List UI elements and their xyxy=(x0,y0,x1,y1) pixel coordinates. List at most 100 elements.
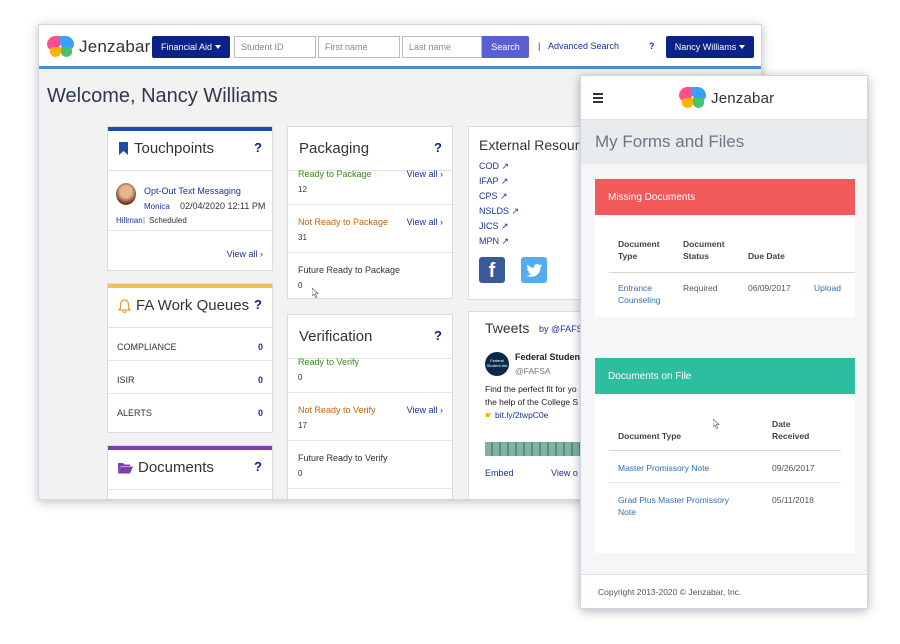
queue-row-alerts[interactable]: ALERTS 0 xyxy=(108,394,272,427)
documents-title: Documents xyxy=(138,459,214,476)
tweet-account-name[interactable]: Federal Student xyxy=(515,352,583,362)
work-queues-title: FA Work Queues xyxy=(136,297,250,314)
col-date-received: Date Received xyxy=(772,419,810,441)
student-id-input[interactable]: Student ID xyxy=(234,36,316,58)
col-due-date: Due Date xyxy=(748,251,785,261)
package-view-all-link[interactable]: View all › xyxy=(407,169,443,179)
tweets-by-link[interactable]: by @FAFS xyxy=(539,324,583,334)
mobile-window: Jenzabar My Forms and Files Missing Docu… xyxy=(580,75,868,609)
queue-row-isir[interactable]: ISIR 0 xyxy=(108,361,272,394)
table-divider xyxy=(609,272,855,273)
tweet-link[interactable]: bit.ly/2twpC0e xyxy=(495,410,548,420)
touchpoint-person-link[interactable]: Monica xyxy=(144,202,170,211)
butterfly-logo-icon xyxy=(679,87,707,109)
documents-on-file-card: Documents on File Document Type Date Rec… xyxy=(595,358,855,553)
last-name-input[interactable]: Last name xyxy=(402,36,482,58)
financial-aid-dropdown[interactable]: Financial Aid xyxy=(152,36,230,58)
package-row-ready[interactable]: Ready to Package View all › 12 xyxy=(288,157,452,205)
verification-title: Verification xyxy=(299,328,373,345)
missing-documents-card: Missing Documents Document Type Document… xyxy=(595,179,855,317)
packaging-card: Packaging ? Ready to Package View all › … xyxy=(287,126,453,299)
missing-doc-type-link[interactable]: Entrance Counseling xyxy=(618,282,678,306)
on-file-received: 05/11/2018 xyxy=(772,495,814,505)
tweet-link-line: ☛ bit.ly/2twpC0e xyxy=(485,410,548,421)
cps-link[interactable]: CPS ↗ xyxy=(479,189,519,204)
packaging-help-icon[interactable]: ? xyxy=(434,140,442,155)
documents-header: Documents xyxy=(108,446,272,490)
table-divider xyxy=(609,450,841,451)
work-queues-help-icon[interactable]: ? xyxy=(254,297,262,312)
verify-row-count: 0 xyxy=(298,373,303,382)
external-link-icon: ↗ xyxy=(501,161,510,171)
touchpoint-datetime: 02/04/2020 12:11 PM xyxy=(180,201,266,211)
on-file-doc-link[interactable]: Grad Plus Master Promissory Note xyxy=(618,494,748,518)
nav-separator: | xyxy=(538,41,541,51)
folder-open-icon xyxy=(118,462,133,473)
col-document-type: Document Type xyxy=(618,431,682,441)
nslds-link[interactable]: NSLDS ↗ xyxy=(479,204,519,219)
hamburger-menu-icon[interactable] xyxy=(593,93,603,105)
verify-row-count: 17 xyxy=(298,421,307,430)
user-name-label: Nancy Williams xyxy=(674,42,737,52)
facebook-icon[interactable]: f xyxy=(479,257,505,283)
embed-link[interactable]: Embed xyxy=(485,468,514,478)
external-link-icon: ↗ xyxy=(500,176,509,186)
package-row-label: Not Ready to Package xyxy=(298,217,389,227)
mpn-link[interactable]: MPN ↗ xyxy=(479,234,519,249)
external-link-icon: ↗ xyxy=(501,221,509,231)
verify-row-ready[interactable]: Ready to Verify 0 xyxy=(288,345,452,393)
queue-count: 0 xyxy=(257,342,263,352)
upload-link[interactable]: Upload xyxy=(814,282,841,294)
verify-view-all-link[interactable]: View all › xyxy=(407,405,443,415)
package-row-not-ready[interactable]: Not Ready to Package View all › 31 xyxy=(288,205,452,253)
work-queues-header: FA Work Queues xyxy=(108,284,272,328)
advanced-search-link[interactable]: Advanced Search xyxy=(548,41,619,51)
tweet-account-handle[interactable]: @FAFSA xyxy=(515,366,551,376)
search-button[interactable]: Search xyxy=(482,36,529,58)
jics-link[interactable]: JICS ↗ xyxy=(479,219,519,234)
chevron-down-icon xyxy=(215,45,222,49)
verify-row-future[interactable]: Future Ready to Verify 0 xyxy=(288,441,452,489)
help-icon[interactable]: ? xyxy=(649,41,655,51)
mobile-jenzabar-logo[interactable]: Jenzabar xyxy=(679,87,774,109)
first-name-input[interactable]: First name xyxy=(318,36,400,58)
twitter-icon[interactable] xyxy=(521,257,547,283)
tweet-text-line-2: the help of the College S xyxy=(485,397,579,407)
documents-help-icon[interactable]: ? xyxy=(254,459,262,474)
queue-label: ISIR xyxy=(117,375,135,385)
brand-name: Jenzabar xyxy=(79,37,151,56)
user-menu-button[interactable]: Nancy Williams xyxy=(666,36,754,58)
touchpoint-title-link[interactable]: Opt-Out Text Messaging xyxy=(144,186,241,196)
touchpoints-header: Touchpoints xyxy=(108,127,272,171)
verify-row-not-ready[interactable]: Not Ready to Verify View all › 17 xyxy=(288,393,452,441)
jenzabar-logo[interactable]: Jenzabar xyxy=(47,36,151,58)
touchpoint-separator: | xyxy=(143,216,146,225)
missing-doc-due: 06/09/2017 xyxy=(748,283,791,293)
chevron-down-icon xyxy=(739,45,746,49)
external-resources-title: External Resour xyxy=(479,137,580,153)
view-on-twitter-link[interactable]: View o xyxy=(551,468,578,478)
verify-row-count: 0 xyxy=(298,469,303,478)
touchpoints-view-all-link[interactable]: View all › xyxy=(227,249,263,259)
col-document-type: Document Type xyxy=(618,239,660,261)
on-file-doc-link[interactable]: Master Promissory Note xyxy=(618,462,709,474)
touchpoints-card: Touchpoints ? Opt-Out Text Messaging Mon… xyxy=(107,126,273,271)
ifap-link[interactable]: IFAP ↗ xyxy=(479,174,519,189)
mouse-cursor-icon xyxy=(713,419,720,429)
package-view-all-link[interactable]: View all › xyxy=(407,217,443,227)
external-link-icon: ↗ xyxy=(501,236,510,246)
external-link-icon: ↗ xyxy=(500,191,508,201)
bookmark-icon xyxy=(119,142,128,155)
twitter-bird-icon xyxy=(526,263,542,277)
missing-doc-status: Required xyxy=(683,283,718,293)
touchpoint-author-link[interactable]: Hillman xyxy=(116,216,143,225)
work-queues-card: FA Work Queues ? COMPLIANCE 0 ISIR 0 ALE… xyxy=(107,283,273,433)
touchpoints-help-icon[interactable]: ? xyxy=(254,140,262,155)
bell-icon xyxy=(118,298,131,313)
queue-row-compliance[interactable]: COMPLIANCE 0 xyxy=(108,328,272,361)
mobile-brand-name: Jenzabar xyxy=(711,89,775,107)
queue-label: ALERTS xyxy=(117,408,152,418)
cod-link[interactable]: COD ↗ xyxy=(479,159,519,174)
verification-help-icon[interactable]: ? xyxy=(434,328,442,343)
documents-on-file-header: Documents on File xyxy=(595,358,855,394)
